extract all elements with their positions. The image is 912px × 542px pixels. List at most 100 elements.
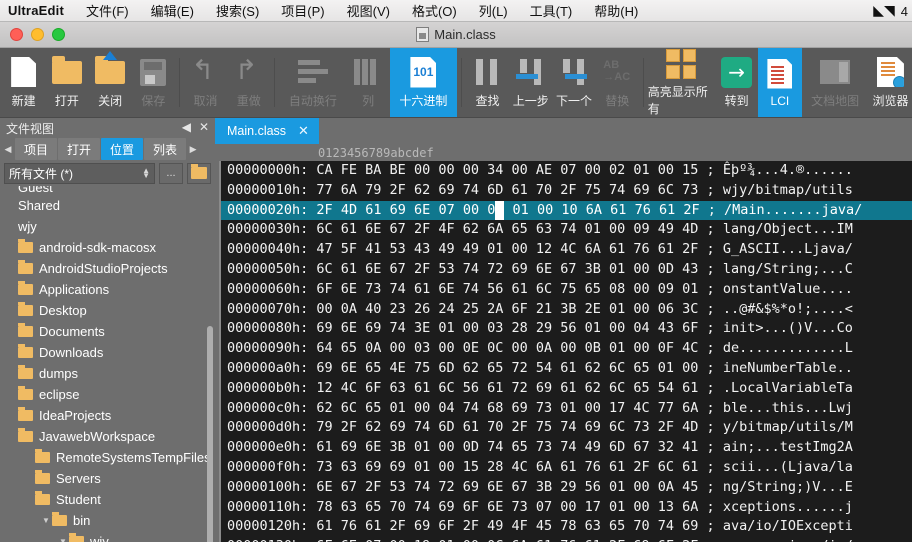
tree-item[interactable]: Downloads	[0, 342, 215, 363]
hex-ascii[interactable]: onstantValue....	[723, 281, 853, 297]
hex-ascii[interactable]: de.............L	[723, 340, 853, 356]
tree-item[interactable]: RemoteSystemsTempFiles	[0, 447, 215, 468]
close-tab-icon[interactable]: ✕	[298, 123, 309, 139]
hex-ascii[interactable]: on......java/io/	[723, 538, 853, 542]
hex-bytes[interactable]: 79 2F 62 69 74 6D 61 70 2F 75 74 69 6C 7…	[316, 419, 698, 435]
adobe-icon[interactable]: ◣◥	[873, 3, 895, 19]
menu-bar-extra-text[interactable]: 4	[901, 4, 908, 19]
menu-format[interactable]: 格式(O)	[412, 1, 457, 20]
hex-byte[interactable]: 00	[463, 202, 479, 218]
hex-ascii[interactable]: init>...()V...Co	[723, 320, 853, 336]
menu-search[interactable]: 搜索(S)	[216, 1, 259, 20]
hex-bytes[interactable]: 6F 6E 73 74 61 6E 74 56 61 6C 75 65 08 0…	[316, 281, 698, 297]
chevron-right-icon[interactable]: ▶	[187, 138, 199, 160]
hex-byte[interactable]: 2F	[316, 202, 332, 218]
hex-row[interactable]: 00000060h: 6F 6E 73 74 61 6E 74 56 61 6C…	[221, 280, 912, 300]
hex-ascii[interactable]: ng/String;)V...E	[723, 479, 853, 495]
twisty-expanded-icon[interactable]: ▼	[40, 516, 52, 525]
menu-app-name[interactable]: UltraEdit	[8, 3, 64, 18]
hex-bytes[interactable]: 73 63 69 69 01 00 15 28 4C 6A 61 76 61 2…	[316, 459, 698, 475]
hex-byte[interactable]: 0	[487, 202, 495, 218]
hex-ascii[interactable]: lang/String;...C	[723, 261, 853, 277]
file-tree[interactable]: Guest Shared wjy android-sdk-macosx AndroidS…	[0, 186, 215, 542]
hex-ascii[interactable]: scii...(Ljava/la	[723, 459, 853, 475]
hex-byte[interactable]: 76	[635, 202, 651, 218]
sidebar-scrollbar[interactable]	[207, 326, 213, 542]
hex-row[interactable]: 00000020h: 2F 4D 61 69 6E 07 00 0 01 00 …	[221, 200, 912, 221]
hex-row[interactable]: 00000120h: 61 76 61 2F 69 6F 2F 49 4F 45…	[221, 517, 912, 537]
toolbar-word-wrap[interactable]: 自动换行	[279, 48, 346, 117]
toolbar-lci[interactable]: LCI	[758, 48, 802, 117]
hex-row[interactable]: 000000e0h: 61 69 6E 3B 01 00 0D 74 65 73…	[221, 438, 912, 458]
tree-item[interactable]: wjy	[0, 216, 215, 237]
tree-item[interactable]: dumps	[0, 363, 215, 384]
toolbar-goto[interactable]: → 转到	[715, 48, 758, 117]
toolbar-find-next[interactable]: 下一个	[552, 48, 595, 117]
tree-item[interactable]: android-sdk-macosx	[0, 237, 215, 258]
toolbar-redo[interactable]: ↱ 重做	[227, 48, 270, 117]
hex-row[interactable]: 00000040h: 47 5F 41 53 43 49 49 01 00 12…	[221, 240, 912, 260]
hex-row[interactable]: 000000d0h: 79 2F 62 69 74 6D 61 70 2F 75…	[221, 418, 912, 438]
toolbar-undo[interactable]: ↰ 取消	[184, 48, 227, 117]
tree-item[interactable]: Servers	[0, 468, 215, 489]
menu-edit[interactable]: 编辑(E)	[151, 1, 194, 20]
toolbar-save[interactable]: 保存	[132, 48, 175, 117]
hex-row[interactable]: 000000f0h: 73 63 69 69 01 00 15 28 4C 6A…	[221, 458, 912, 478]
hex-ascii[interactable]: Êþº¾...4.®......	[723, 162, 853, 178]
tree-item[interactable]: Documents	[0, 321, 215, 342]
spinner-icon[interactable]: ▲ ▼	[142, 167, 150, 180]
hex-row[interactable]: 00000030h: 6C 61 6E 67 2F 4F 62 6A 65 63…	[221, 220, 912, 240]
tree-item[interactable]: eclipse	[0, 384, 215, 405]
hex-bytes[interactable]: 69 6E 69 74 3E 01 00 03 28 29 56 01 00 0…	[316, 320, 698, 336]
hex-ascii[interactable]: ava/io/IOExcepti	[723, 518, 853, 534]
toolbar-replace[interactable]: AB →AC 替换	[596, 48, 639, 117]
hex-byte[interactable]: 6E	[414, 202, 430, 218]
hex-byte[interactable]: 6A	[586, 202, 602, 218]
menu-tools[interactable]: 工具(T)	[530, 1, 573, 20]
tab-list[interactable]: 列表	[144, 138, 187, 160]
hex-byte[interactable]: 61	[610, 202, 626, 218]
hex-row[interactable]: 00000010h: 77 6A 79 2F 62 69 74 6D 61 70…	[221, 181, 912, 201]
hex-ascii[interactable]: ble...this...Lwj	[723, 400, 853, 416]
hex-byte[interactable]: 61	[365, 202, 381, 218]
toolbar-close[interactable]: 关闭	[89, 48, 132, 117]
hex-byte[interactable]: 4D	[341, 202, 357, 218]
toolbar-column[interactable]: 列	[346, 48, 389, 117]
hex-row[interactable]: 00000110h: 78 63 65 70 74 69 6F 6E 73 07…	[221, 498, 912, 518]
tree-item[interactable]: Applications	[0, 279, 215, 300]
menu-column[interactable]: 列(L)	[479, 1, 508, 20]
hex-byte[interactable]: 2F	[683, 202, 699, 218]
hex-row[interactable]: 000000b0h: 12 4C 6F 63 61 6C 56 61 72 69…	[221, 379, 912, 399]
hex-row[interactable]: 000000a0h: 69 6E 65 4E 75 6D 62 65 72 54…	[221, 359, 912, 379]
hex-byte[interactable]: 01	[513, 202, 529, 218]
hex-byte[interactable]: 61	[659, 202, 675, 218]
hex-bytes[interactable]: 77 6A 79 2F 62 69 74 6D 61 70 2F 75 74 6…	[316, 182, 698, 198]
file-filter-select[interactable]: 所有文件 (*) ▲ ▼	[4, 162, 155, 184]
tab-project[interactable]: 项目	[15, 138, 58, 160]
hex-ascii[interactable]: /Main.......java/	[724, 202, 862, 218]
hex-bytes[interactable]: 62 6C 65 01 00 04 74 68 69 73 01 00 17 4…	[316, 400, 698, 416]
toolbar-find-previous[interactable]: 上一步	[509, 48, 552, 117]
hex-dump-view[interactable]: 00000000h: CA FE BA BE 00 00 00 34 00 AE…	[219, 161, 912, 542]
hex-row[interactable]: 00000080h: 69 6E 69 74 3E 01 00 03 28 29…	[221, 319, 912, 339]
tab-open[interactable]: 打开	[58, 138, 101, 160]
browse-folder-button[interactable]	[187, 162, 211, 184]
hex-bytes[interactable]: 69 6E 65 4E 75 6D 62 65 72 54 61 62 6C 6…	[316, 360, 698, 376]
hex-bytes[interactable]: 12 4C 6F 63 61 6C 56 61 72 69 61 62 6C 6…	[316, 380, 698, 396]
hex-bytes[interactable]: 6E 67 2F 53 74 72 69 6E 67 3B 29 56 01 0…	[316, 479, 698, 495]
hex-ascii[interactable]: ..@#&$%*o!;....<	[723, 301, 853, 317]
menu-project[interactable]: 项目(P)	[281, 1, 324, 20]
menu-view[interactable]: 视图(V)	[347, 1, 390, 20]
document-tab-main-class[interactable]: Main.class ✕	[215, 118, 319, 144]
tree-item[interactable]: AndroidStudioProjects	[0, 258, 215, 279]
hex-row[interactable]: 00000090h: 64 65 0A 00 03 00 0E 0C 00 0A…	[221, 339, 912, 359]
hex-row[interactable]: 00000000h: CA FE BA BE 00 00 00 34 00 AE…	[221, 161, 912, 181]
hex-ascii[interactable]: y/bitmap/utils/M	[723, 419, 853, 435]
hex-bytes[interactable]: 00 0A 40 23 26 24 25 2A 6F 21 3B 2E 01 0…	[316, 301, 698, 317]
hex-bytes[interactable]: 6F 6E 07 00 19 01 00 0C 6A 61 76 61 2F 6…	[316, 538, 698, 542]
ellipsis-button[interactable]: ...	[159, 162, 183, 184]
hex-row[interactable]: 00000070h: 00 0A 40 23 26 24 25 2A 6F 21…	[221, 300, 912, 320]
tree-item[interactable]: IdeaProjects	[0, 405, 215, 426]
tree-item[interactable]: JavawebWorkspace	[0, 426, 215, 447]
hex-ascii[interactable]: xceptions......j	[723, 499, 853, 515]
